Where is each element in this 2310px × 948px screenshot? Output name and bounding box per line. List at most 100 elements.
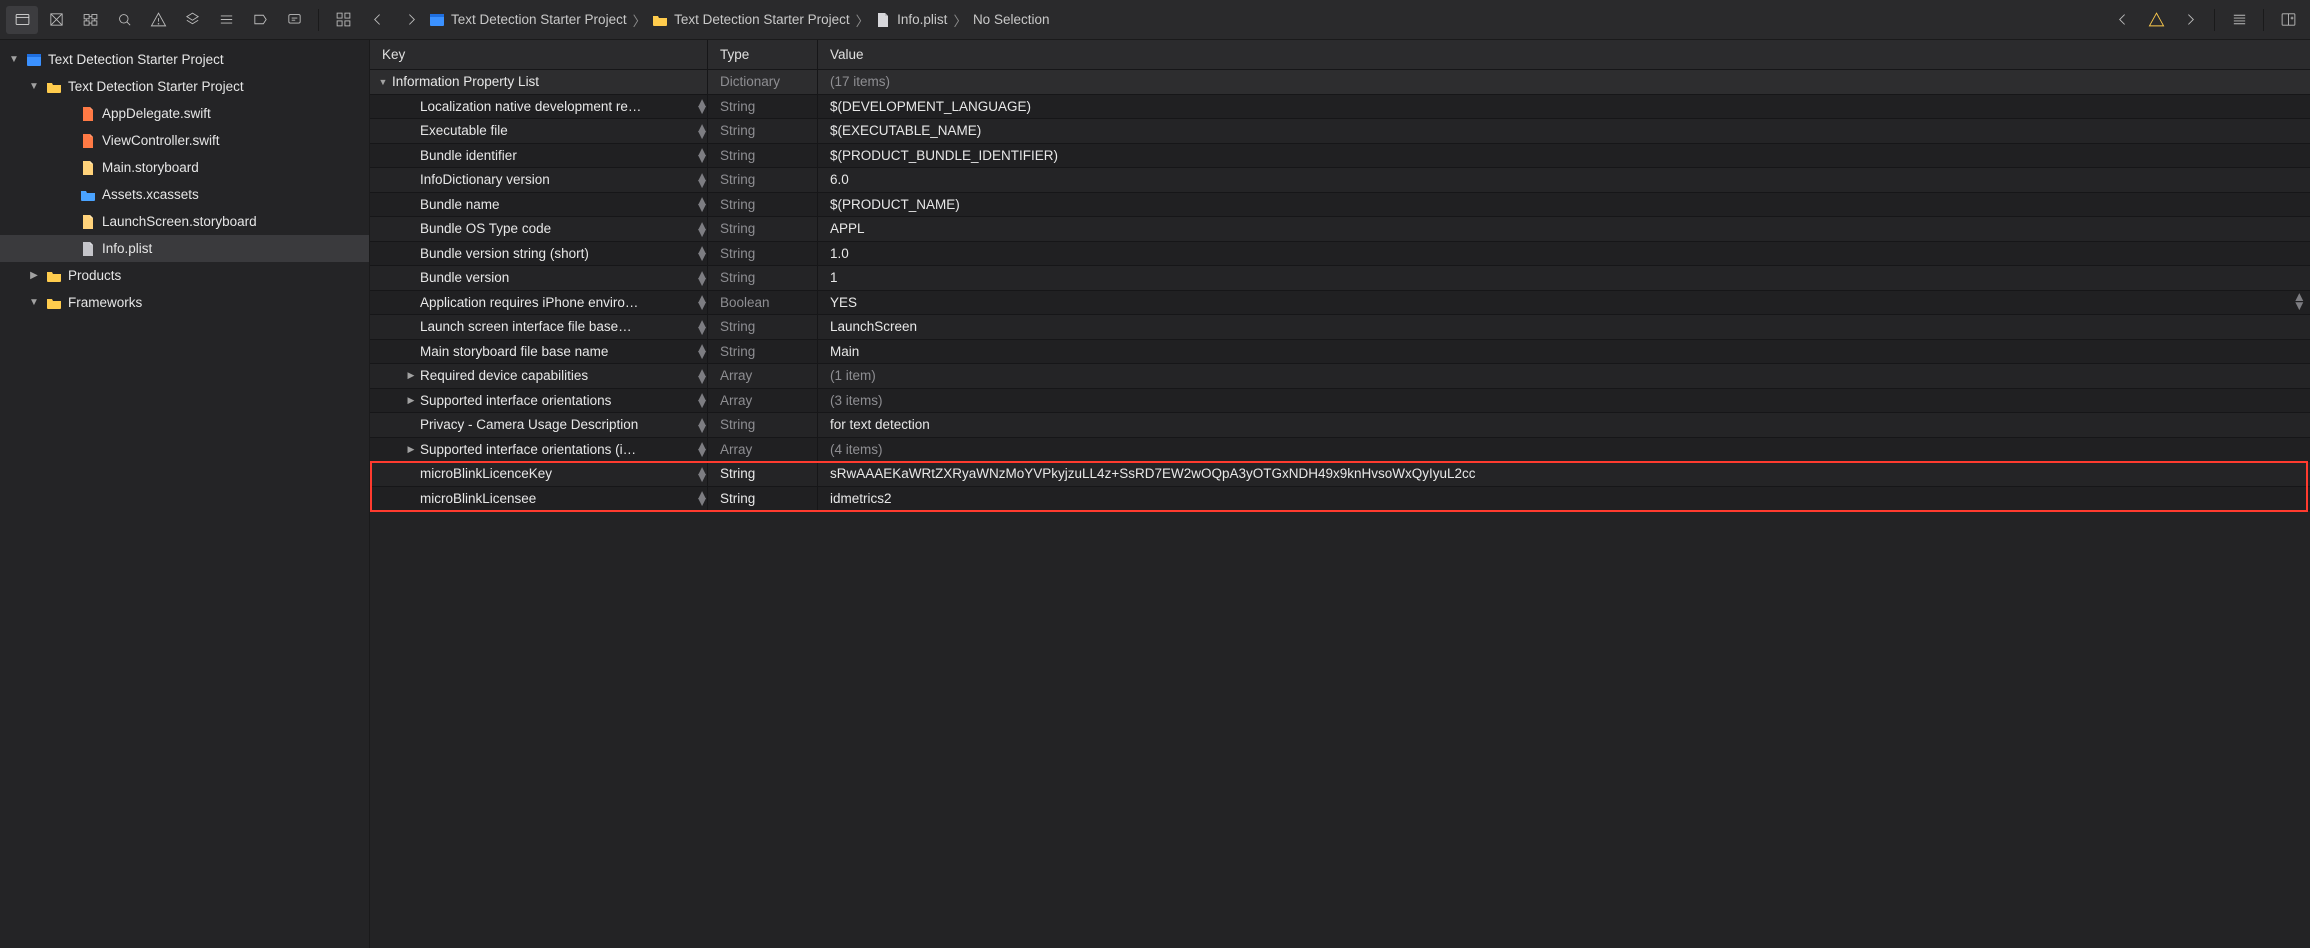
plist-type-cell[interactable]: Dictionary [708, 70, 818, 94]
plist-type-cell[interactable]: Array [708, 364, 818, 388]
tree-row-file[interactable]: ▶ViewController.swift [0, 127, 369, 154]
plist-key-cell[interactable]: ▶Executable file▲▼ [370, 119, 708, 143]
plist-type-cell[interactable]: String [708, 266, 818, 290]
plist-key-cell[interactable]: ▶InfoDictionary version▲▼ [370, 168, 708, 192]
plist-value-cell[interactable]: (3 items) [818, 389, 2310, 413]
plist-value-cell[interactable]: 1 [818, 266, 2310, 290]
plist-type-cell[interactable]: String [708, 242, 818, 266]
plist-row[interactable]: ▶Privacy - Camera Usage Description▲▼Str… [370, 413, 2310, 438]
tree-row-project-root[interactable]: ▼ Text Detection Starter Project [0, 46, 369, 73]
key-stepper-icon[interactable]: ▲▼ [694, 487, 708, 511]
plist-key-cell[interactable]: ▶Required device capabilities▲▼ [370, 364, 708, 388]
key-stepper-icon[interactable]: ▲▼ [694, 144, 708, 168]
disclosure-triangle-icon[interactable]: ▼ [8, 54, 20, 65]
plist-type-cell[interactable]: String [708, 95, 818, 119]
key-stepper-icon[interactable]: ▲▼ [694, 438, 708, 462]
plist-type-cell[interactable]: String [708, 217, 818, 241]
plist-row[interactable]: ▶Application requires iPhone enviro…▲▼Bo… [370, 291, 2310, 316]
plist-key-cell[interactable]: ▶microBlinkLicenceKey▲▼ [370, 462, 708, 486]
add-editor-icon[interactable] [2272, 6, 2304, 34]
plist-value-cell[interactable]: $(PRODUCT_BUNDLE_IDENTIFIER) [818, 144, 2310, 168]
plist-type-cell[interactable]: String [708, 487, 818, 511]
key-stepper-icon[interactable]: ▲▼ [694, 119, 708, 143]
plist-value-cell[interactable]: LaunchScreen [818, 315, 2310, 339]
plist-row[interactable]: ▼Information Property ListDictionary(17 … [370, 70, 2310, 95]
plist-type-cell[interactable]: String [708, 168, 818, 192]
plist-value-cell[interactable]: (17 items) [818, 70, 2310, 94]
tree-row-file[interactable]: ▶Main.storyboard [0, 154, 369, 181]
plist-value-cell[interactable]: $(PRODUCT_NAME) [818, 193, 2310, 217]
tree-row-file[interactable]: ▶AppDelegate.swift [0, 100, 369, 127]
key-stepper-icon[interactable]: ▲▼ [694, 242, 708, 266]
plist-key-cell[interactable]: ▶Bundle name▲▼ [370, 193, 708, 217]
plist-key-cell[interactable]: ▶Main storyboard file base name▲▼ [370, 340, 708, 364]
plist-type-cell[interactable]: String [708, 119, 818, 143]
plist-row[interactable]: ▶Bundle name▲▼String$(PRODUCT_NAME) [370, 193, 2310, 218]
plist-value-cell[interactable]: idmetrics2 [818, 487, 2310, 511]
plist-key-cell[interactable]: ▶Privacy - Camera Usage Description▲▼ [370, 413, 708, 437]
plist-row[interactable]: ▶Bundle version string (short)▲▼String1.… [370, 242, 2310, 267]
plist-value-cell[interactable]: (4 items) [818, 438, 2310, 462]
key-stepper-icon[interactable]: ▲▼ [694, 315, 708, 339]
navigator-project-icon[interactable] [6, 6, 38, 34]
plist-value-cell[interactable]: Main [818, 340, 2310, 364]
plist-type-cell[interactable]: String [708, 144, 818, 168]
plist-type-cell[interactable]: String [708, 462, 818, 486]
tree-row-products[interactable]: ▶ Products [0, 262, 369, 289]
plist-type-cell[interactable]: Array [708, 438, 818, 462]
key-stepper-icon[interactable]: ▲▼ [694, 193, 708, 217]
tree-row-file[interactable]: ▶Assets.xcassets [0, 181, 369, 208]
plist-row[interactable]: ▶Required device capabilities▲▼Array(1 i… [370, 364, 2310, 389]
tree-row-file[interactable]: ▶LaunchScreen.storyboard [0, 208, 369, 235]
plist-type-cell[interactable]: String [708, 413, 818, 437]
plist-row[interactable]: ▶microBlinkLicenceKey▲▼StringsRwAAAEKaWR… [370, 462, 2310, 487]
plist-key-cell[interactable]: ▶microBlinkLicensee▲▼ [370, 487, 708, 511]
key-stepper-icon[interactable]: ▲▼ [694, 364, 708, 388]
disclosure-triangle-icon[interactable]: ▶ [406, 444, 416, 455]
column-header-key[interactable]: Key [370, 40, 708, 69]
navigator-test-icon[interactable] [176, 6, 208, 34]
issue-prev-icon[interactable] [2106, 6, 2138, 34]
navigator-breakpoint-icon[interactable] [244, 6, 276, 34]
disclosure-triangle-icon[interactable]: ▶ [406, 395, 416, 406]
history-forward-icon[interactable] [395, 6, 427, 34]
plist-value-cell[interactable]: 6.0 [818, 168, 2310, 192]
plist-type-cell[interactable]: String [708, 340, 818, 364]
plist-value-cell[interactable]: YES▲▼ [818, 291, 2310, 315]
navigator-find-icon[interactable] [108, 6, 140, 34]
plist-key-cell[interactable]: ▶Supported interface orientations▲▼ [370, 389, 708, 413]
plist-row[interactable]: ▶Supported interface orientations (i…▲▼A… [370, 438, 2310, 463]
plist-row[interactable]: ▶InfoDictionary version▲▼String6.0 [370, 168, 2310, 193]
jump-bar-item-group[interactable]: Text Detection Starter Project [652, 12, 850, 28]
plist-type-cell[interactable]: String [708, 315, 818, 339]
plist-row[interactable]: ▶Launch screen interface file base…▲▼Str… [370, 315, 2310, 340]
value-stepper-icon[interactable]: ▲▼ [2293, 293, 2306, 311]
plist-row[interactable]: ▶Localization native development re…▲▼St… [370, 95, 2310, 120]
plist-key-cell[interactable]: ▼Information Property List [370, 70, 708, 94]
tree-row-frameworks[interactable]: ▼ Frameworks [0, 289, 369, 316]
jump-bar-item-file[interactable]: Info.plist [875, 12, 947, 28]
editor-layout-icon[interactable] [2223, 6, 2255, 34]
key-stepper-icon[interactable]: ▲▼ [694, 340, 708, 364]
navigator-debug-icon[interactable] [210, 6, 242, 34]
plist-value-cell[interactable]: sRwAAAEKaWRtZXRyaWNzMoYVPkyjzuLL4z+SsRD7… [818, 462, 2310, 486]
plist-key-cell[interactable]: ▶Launch screen interface file base…▲▼ [370, 315, 708, 339]
plist-key-cell[interactable]: ▶Localization native development re…▲▼ [370, 95, 708, 119]
navigator-issue-icon[interactable] [142, 6, 174, 34]
plist-value-cell[interactable]: 1.0 [818, 242, 2310, 266]
column-header-value[interactable]: Value [818, 40, 2310, 69]
plist-value-cell[interactable]: APPL [818, 217, 2310, 241]
plist-key-cell[interactable]: ▶Bundle version string (short)▲▼ [370, 242, 708, 266]
issue-next-icon[interactable] [2174, 6, 2206, 34]
key-stepper-icon[interactable]: ▲▼ [694, 266, 708, 290]
navigator-source-control-icon[interactable] [40, 6, 72, 34]
jump-bar-item-project[interactable]: Text Detection Starter Project [429, 12, 627, 28]
plist-key-cell[interactable]: ▶Bundle OS Type code▲▼ [370, 217, 708, 241]
disclosure-triangle-icon[interactable]: ▼ [28, 81, 40, 92]
navigator-symbol-icon[interactable] [74, 6, 106, 34]
disclosure-triangle-icon[interactable]: ▶ [28, 270, 40, 281]
key-stepper-icon[interactable]: ▲▼ [694, 389, 708, 413]
disclosure-triangle-icon[interactable]: ▼ [28, 297, 40, 308]
plist-row[interactable]: ▶Bundle version▲▼String1 [370, 266, 2310, 291]
key-stepper-icon[interactable]: ▲▼ [694, 462, 708, 486]
